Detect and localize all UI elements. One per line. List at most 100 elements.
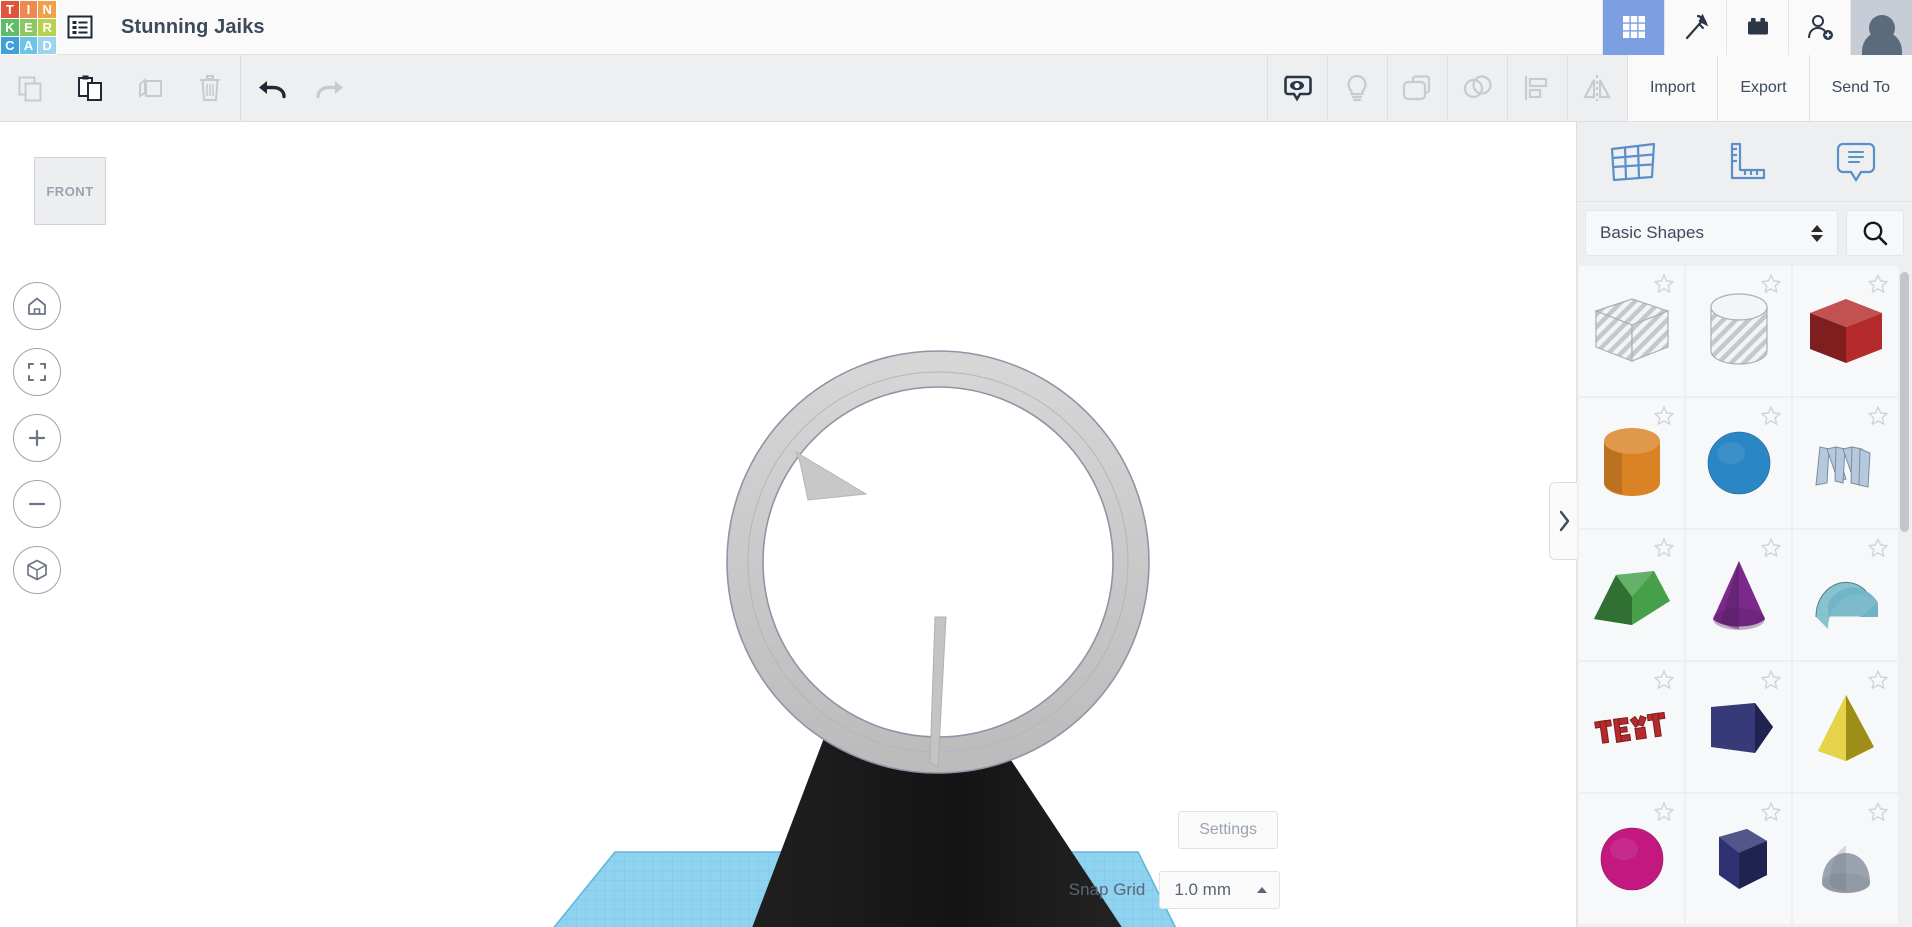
tab-ruler[interactable] — [1689, 122, 1801, 202]
panel-scrollbar[interactable] — [1900, 272, 1909, 532]
spinner-icon — [1811, 225, 1823, 242]
duplicate-icon — [135, 73, 165, 103]
paste-button[interactable] — [60, 55, 120, 121]
ungroup-button[interactable] — [1447, 55, 1507, 121]
gallery-grid-icon — [1620, 13, 1648, 41]
panel-collapse-button[interactable] — [1549, 482, 1577, 560]
editor-toolbar: Import Export Send To — [0, 55, 1912, 122]
logo-tile-a: A — [20, 37, 38, 54]
favorite-star-icon[interactable] — [1867, 801, 1889, 823]
chevron-right-icon — [1557, 509, 1571, 533]
snap-grid-select[interactable]: 1.0 mm — [1159, 871, 1280, 909]
document-list-button[interactable] — [57, 0, 103, 55]
design-canvas[interactable]: FRONT — [0, 122, 1576, 927]
top-bar: TINKERCAD Stunning Jaiks — [0, 0, 1912, 55]
workplane-grid-icon — [1607, 139, 1659, 185]
pickaxe-button[interactable] — [1664, 0, 1726, 55]
caret-up-icon — [1257, 887, 1267, 893]
scene-svg — [0, 122, 1576, 927]
export-button[interactable]: Export — [1717, 55, 1808, 121]
delete-button[interactable] — [180, 55, 240, 121]
snap-grid-value: 1.0 mm — [1174, 880, 1231, 900]
favorite-star-icon[interactable] — [1760, 669, 1782, 691]
shape-paraboloid[interactable] — [1793, 794, 1898, 924]
shape-sphere[interactable] — [1686, 398, 1791, 528]
toolbar-gap — [361, 55, 1267, 121]
logo-tile-k: K — [1, 19, 19, 36]
add-person-button[interactable] — [1788, 0, 1850, 55]
shape-cylinder-hole[interactable] — [1686, 266, 1791, 396]
shape-half-cylinder[interactable] — [1793, 530, 1898, 660]
shape-polygon[interactable] — [1686, 662, 1791, 792]
lego-brick-icon — [1743, 12, 1773, 42]
group-button[interactable] — [1387, 55, 1447, 121]
logo-tile-d: D — [38, 37, 56, 54]
lego-brick-button[interactable] — [1726, 0, 1788, 55]
shape-box[interactable] — [1793, 266, 1898, 396]
shape-scribble[interactable] — [1793, 398, 1898, 528]
ungroup-icon — [1461, 72, 1493, 104]
duplicate-button[interactable] — [120, 55, 180, 121]
user-avatar[interactable] — [1850, 0, 1912, 55]
shape-grid[interactable] — [1577, 264, 1912, 927]
favorite-star-icon[interactable] — [1653, 669, 1675, 691]
shapes-panel: Basic Shapes — [1576, 122, 1912, 927]
tinkercad-app: TINKERCAD Stunning Jaiks — [0, 0, 1912, 927]
favorite-star-icon[interactable] — [1760, 273, 1782, 295]
tinkercad-logo[interactable]: TINKERCAD — [0, 0, 57, 55]
shape-roof[interactable] — [1579, 530, 1684, 660]
align-button[interactable] — [1507, 55, 1567, 121]
shape-cone[interactable] — [1686, 530, 1791, 660]
logo-tile-n: N — [38, 1, 56, 18]
send-to-button[interactable]: Send To — [1809, 55, 1912, 121]
group-icon — [1401, 72, 1433, 104]
import-button[interactable]: Import — [1627, 55, 1717, 121]
pickaxe-icon — [1681, 12, 1711, 42]
shape-prism[interactable] — [1686, 794, 1791, 924]
undo-button[interactable] — [241, 55, 301, 121]
favorite-star-icon[interactable] — [1867, 537, 1889, 559]
three-d-scene — [0, 122, 1576, 927]
show-hide-icon — [1281, 72, 1313, 104]
shape-round-roof[interactable] — [1579, 794, 1684, 924]
favorite-star-icon[interactable] — [1867, 405, 1889, 427]
shape-category-value: Basic Shapes — [1600, 223, 1704, 243]
favorite-star-icon[interactable] — [1653, 273, 1675, 295]
align-icon — [1521, 72, 1553, 104]
logo-tile-t: T — [1, 1, 19, 18]
note-bubble-icon — [1830, 139, 1882, 185]
tab-workplane[interactable] — [1577, 122, 1689, 202]
mirror-button[interactable] — [1567, 55, 1627, 121]
search-icon — [1861, 219, 1889, 247]
favorite-star-icon[interactable] — [1653, 801, 1675, 823]
settings-button[interactable]: Settings — [1178, 811, 1278, 849]
logo-tile-i: I — [20, 1, 38, 18]
top-bar-icon-group — [1602, 0, 1912, 55]
gallery-grid-button[interactable] — [1602, 0, 1664, 55]
mirror-icon — [1581, 72, 1613, 104]
lightbulb-button[interactable] — [1327, 55, 1387, 121]
shape-category-select[interactable]: Basic Shapes — [1585, 210, 1838, 256]
shape-cylinder[interactable] — [1579, 398, 1684, 528]
favorite-star-icon[interactable] — [1867, 273, 1889, 295]
shape-pyramid[interactable] — [1793, 662, 1898, 792]
shape-search-button[interactable] — [1846, 210, 1904, 256]
paste-icon — [75, 73, 105, 103]
tab-notes[interactable] — [1800, 122, 1912, 202]
document-title[interactable]: Stunning Jaiks — [121, 16, 265, 39]
favorite-star-icon[interactable] — [1760, 537, 1782, 559]
redo-icon — [315, 72, 347, 104]
shape-text[interactable] — [1579, 662, 1684, 792]
favorite-star-icon[interactable] — [1653, 537, 1675, 559]
add-person-icon — [1805, 12, 1835, 42]
copy-button[interactable] — [0, 55, 60, 121]
favorite-star-icon[interactable] — [1760, 801, 1782, 823]
favorite-star-icon[interactable] — [1867, 669, 1889, 691]
show-hide-button[interactable] — [1267, 55, 1327, 121]
favorite-star-icon[interactable] — [1653, 405, 1675, 427]
redo-button[interactable] — [301, 55, 361, 121]
shape-box-hole[interactable] — [1579, 266, 1684, 396]
avatar-graphic — [1851, 13, 1912, 55]
favorite-star-icon[interactable] — [1760, 405, 1782, 427]
logo-tile-e: E — [20, 19, 38, 36]
